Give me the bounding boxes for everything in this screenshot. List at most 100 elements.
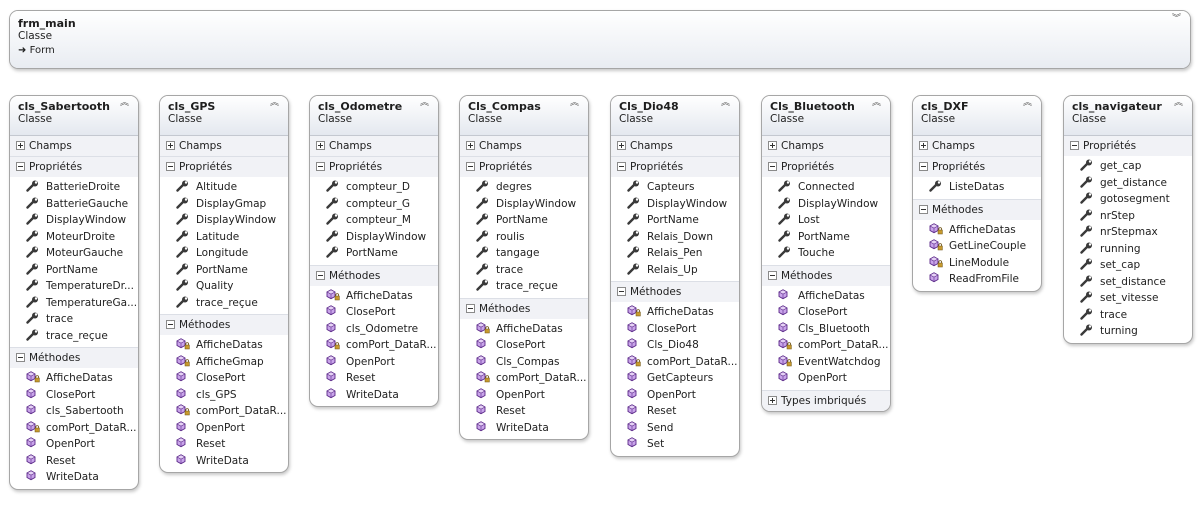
- property-item[interactable]: MoteurDroite: [10, 229, 138, 246]
- property-item[interactable]: Touche: [762, 245, 890, 262]
- property-item[interactable]: nrStepmax: [1064, 224, 1192, 241]
- method-item[interactable]: ClosePort: [160, 370, 288, 387]
- collapse-minus-icon[interactable]: [466, 303, 475, 313]
- class-cls-odometre[interactable]: cls_Odometre Classe ︽ Champs Propriétés compt…: [309, 95, 439, 407]
- collapse-chevron-icon[interactable]: ︽: [270, 99, 279, 108]
- section-fields[interactable]: Champs: [460, 136, 588, 156]
- property-item[interactable]: Quality: [160, 278, 288, 295]
- method-item[interactable]: OpenPort: [460, 387, 588, 404]
- property-item[interactable]: trace_reçue: [160, 295, 288, 312]
- class-cls-dxf[interactable]: cls_DXF Classe ︽ Champs Propriétés ListeDatas…: [912, 95, 1042, 292]
- method-item[interactable]: WriteData: [460, 420, 588, 437]
- method-item[interactable]: ClosePort: [10, 387, 138, 404]
- collapse-chevron-icon[interactable]: ︽: [1023, 99, 1032, 108]
- property-item[interactable]: DisplayWindow: [310, 229, 438, 246]
- section-properties[interactable]: Propriétés: [160, 156, 288, 177]
- method-item[interactable]: Reset: [611, 403, 739, 420]
- collapse-chevron-icon[interactable]: ︽: [420, 99, 429, 108]
- expand-plus-icon[interactable]: [768, 395, 777, 405]
- section-methods[interactable]: Méthodes: [611, 281, 739, 302]
- method-item[interactable]: Reset: [160, 436, 288, 453]
- property-item[interactable]: set_distance: [1064, 274, 1192, 291]
- property-item[interactable]: DisplayGmap: [160, 196, 288, 213]
- method-item[interactable]: GetLineCouple: [913, 238, 1041, 255]
- method-item[interactable]: cls_Odometre: [310, 321, 438, 338]
- section-methods[interactable]: Méthodes: [310, 264, 438, 286]
- expand-plus-icon[interactable]: [16, 141, 25, 150]
- collapse-chevron-icon[interactable]: ︽: [1174, 99, 1183, 108]
- expand-plus-icon[interactable]: [617, 141, 626, 150]
- method-item[interactable]: AfficheDatas: [762, 288, 890, 305]
- property-item[interactable]: nrStep: [1064, 208, 1192, 225]
- property-item[interactable]: Latitude: [160, 229, 288, 246]
- collapse-chevron-icon[interactable]: ︽: [570, 99, 579, 108]
- method-item[interactable]: OpenPort: [160, 420, 288, 437]
- class-frm-main[interactable]: frm_main Classe ➜ Form ︾: [9, 10, 1191, 69]
- property-item[interactable]: DisplayWindow: [160, 212, 288, 229]
- method-item[interactable]: OpenPort: [310, 354, 438, 371]
- section-methods[interactable]: Méthodes: [160, 314, 288, 335]
- method-item[interactable]: WriteData: [310, 387, 438, 404]
- collapse-minus-icon[interactable]: [768, 162, 777, 171]
- property-item[interactable]: BatterieDroite: [10, 179, 138, 196]
- property-item[interactable]: compteur_G: [310, 196, 438, 213]
- section-methods[interactable]: Méthodes: [913, 198, 1041, 220]
- class-cls-sabertooth[interactable]: cls_Sabertooth Classe ︽ Champs Propriétés Bat…: [9, 95, 139, 490]
- property-item[interactable]: PortName: [460, 212, 588, 229]
- property-item[interactable]: get_cap: [1064, 158, 1192, 175]
- collapse-chevron-icon[interactable]: ︽: [721, 99, 730, 108]
- property-item[interactable]: PortName: [10, 262, 138, 279]
- method-item[interactable]: AfficheDatas: [460, 321, 588, 338]
- collapse-minus-icon[interactable]: [617, 162, 626, 171]
- method-item[interactable]: OpenPort: [10, 436, 138, 453]
- method-item[interactable]: WriteData: [160, 453, 288, 470]
- method-item[interactable]: comPort_DataR...: [611, 354, 739, 371]
- class-cls-navigateur[interactable]: cls_navigateur Classe ︽ Propriétés get_cap ge…: [1063, 95, 1193, 344]
- method-item[interactable]: OpenPort: [762, 370, 890, 387]
- method-item[interactable]: ReadFromFile: [913, 271, 1041, 288]
- property-item[interactable]: degres: [460, 179, 588, 196]
- property-item[interactable]: BatterieGauche: [10, 196, 138, 213]
- class-cls-compas[interactable]: Cls_Compas Classe ︽ Champs Propriétés degres D…: [459, 95, 589, 440]
- property-item[interactable]: compteur_D: [310, 179, 438, 196]
- property-item[interactable]: DisplayWindow: [460, 196, 588, 213]
- expand-plus-icon[interactable]: [768, 141, 777, 150]
- collapse-minus-icon[interactable]: [316, 162, 325, 171]
- method-item[interactable]: Cls_Compas: [460, 354, 588, 371]
- method-item[interactable]: AfficheDatas: [10, 370, 138, 387]
- section-properties[interactable]: Propriétés: [762, 156, 890, 177]
- property-item[interactable]: compteur_M: [310, 212, 438, 229]
- method-item[interactable]: WriteData: [10, 469, 138, 486]
- method-item[interactable]: Cls_Dio48: [611, 337, 739, 354]
- section-methods[interactable]: Méthodes: [10, 347, 138, 368]
- section-fields[interactable]: Champs: [310, 136, 438, 156]
- expand-plus-icon[interactable]: [166, 141, 175, 150]
- collapse-minus-icon[interactable]: [166, 162, 175, 171]
- property-item[interactable]: MoteurGauche: [10, 245, 138, 262]
- property-item[interactable]: Longitude: [160, 245, 288, 262]
- method-item[interactable]: ClosePort: [611, 321, 739, 338]
- method-item[interactable]: AfficheDatas: [611, 304, 739, 321]
- collapse-minus-icon[interactable]: [1070, 141, 1079, 150]
- method-item[interactable]: AfficheDatas: [913, 222, 1041, 239]
- method-item[interactable]: comPort_DataR...: [160, 403, 288, 420]
- property-item[interactable]: set_vitesse: [1064, 290, 1192, 307]
- section-fields[interactable]: Champs: [160, 136, 288, 156]
- collapse-minus-icon[interactable]: [16, 162, 25, 171]
- section-fields[interactable]: Champs: [762, 136, 890, 156]
- section-methods[interactable]: Méthodes: [460, 297, 588, 319]
- expand-plus-icon[interactable]: [919, 141, 928, 150]
- collapse-minus-icon[interactable]: [466, 162, 475, 171]
- method-item[interactable]: cls_Sabertooth: [10, 403, 138, 420]
- property-item[interactable]: trace: [1064, 307, 1192, 324]
- section-methods[interactable]: Méthodes: [762, 264, 890, 286]
- method-item[interactable]: cls_GPS: [160, 387, 288, 404]
- class-cls-bluetooth[interactable]: Cls_Bluetooth Classe ︽ Champs Propriétés Conn…: [761, 95, 891, 412]
- section-nested-types[interactable]: Types imbriqués: [762, 389, 890, 411]
- collapse-minus-icon[interactable]: [768, 270, 777, 280]
- section-properties[interactable]: Propriétés: [310, 156, 438, 177]
- collapse-minus-icon[interactable]: [919, 204, 928, 214]
- property-item[interactable]: set_cap: [1064, 257, 1192, 274]
- section-properties[interactable]: Propriétés: [1064, 136, 1192, 156]
- method-item[interactable]: Send: [611, 420, 739, 437]
